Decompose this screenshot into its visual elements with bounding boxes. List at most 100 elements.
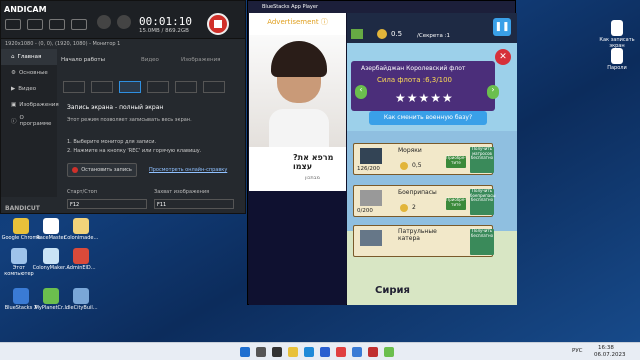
bandicam-title: ANDICAM xyxy=(4,5,47,14)
free-sailors-button[interactable]: Получить матросов бесплатно xyxy=(470,146,494,173)
mode-fullscreen-button[interactable] xyxy=(119,81,141,93)
coin-icon xyxy=(400,204,408,212)
bluestacks-icon xyxy=(13,288,29,304)
ad-lower-area xyxy=(249,191,346,305)
mode-device-button[interactable] xyxy=(203,81,225,93)
sidebar-item-general[interactable]: ⚙ Основные xyxy=(1,65,57,81)
hotkey-field[interactable]: F12 xyxy=(67,199,147,209)
info-icon: ⓘ xyxy=(11,119,17,125)
device-mode-icon[interactable] xyxy=(71,19,87,30)
desktop-icon-idlecity[interactable]: IdleCityBuil... xyxy=(60,288,102,311)
mode-game-button[interactable] xyxy=(175,81,197,93)
tab-video[interactable]: Видео xyxy=(141,57,159,63)
ammo-cost: 2 xyxy=(412,204,416,211)
sailors-cost: 0,5 xyxy=(412,162,422,169)
bluestacks-title: BlueStacks App Player xyxy=(262,4,319,10)
bandicam-toolbar: ANDICAM 00:01:10 15.0MB / 869.2GB xyxy=(1,1,245,39)
task-view-icon[interactable] xyxy=(272,347,282,357)
desktop-icon-passwords[interactable]: Пароли xyxy=(596,48,638,71)
mode-rect-button[interactable] xyxy=(91,81,113,93)
bluestacks-taskbar-icon[interactable] xyxy=(352,347,362,357)
rectangle-mode-icon[interactable] xyxy=(27,19,43,30)
windows-start-icon[interactable] xyxy=(240,347,250,357)
online-help-link[interactable]: Просмотреть онлайн-справку xyxy=(149,167,227,173)
hotkey-label: Старт/Стоп xyxy=(67,189,97,195)
free-boats-button[interactable]: Получить бесплатно xyxy=(470,228,494,255)
computer-icon xyxy=(11,248,27,264)
sailors-row: Моряки 126/200 0,5 Приобре- тите Получит… xyxy=(353,143,494,175)
buy-ammo-button[interactable]: Приобре- тите xyxy=(446,197,466,210)
bandicam-taskbar-icon[interactable] xyxy=(368,347,378,357)
record-icon xyxy=(72,167,79,173)
desktop-icon-how-to-record[interactable]: Как записать экран xyxy=(596,20,638,49)
secret-count: /Секрета :1 xyxy=(417,33,450,39)
bluestacks-window[interactable]: BlueStacks App Player Advertisement ⓘ ?מ… xyxy=(247,0,517,305)
ammo-row: Боеприпасы 0/200 2 Приобре- тите Получит… xyxy=(353,185,496,217)
flag-icon xyxy=(351,29,363,39)
coin-icon xyxy=(400,162,408,170)
gear-icon: ⚙ xyxy=(11,70,16,76)
image-icon: ▣ xyxy=(11,102,17,108)
close-icon[interactable]: ✕ xyxy=(495,49,511,65)
resolution-readout: 1920x1080 - (0, 0), (1920, 1080) - Монит… xyxy=(5,41,121,47)
file-explorer-icon[interactable] xyxy=(288,347,298,357)
game-view[interactable]: ❚❚ 0.5 /Секрета :1 ✕ Азербайджан Королев… xyxy=(347,13,517,305)
bandicam-window[interactable]: ANDICAM 00:01:10 15.0MB / 869.2GB 1920x1… xyxy=(0,0,246,214)
clock-date[interactable]: 06.07.2023 xyxy=(594,352,626,358)
app-icon xyxy=(73,248,89,264)
shirt-shape xyxy=(269,109,329,147)
chrome-taskbar-icon[interactable] xyxy=(336,347,346,357)
edge-icon[interactable] xyxy=(304,347,314,357)
coins-value: 0.5 xyxy=(391,30,403,38)
buy-sailors-button[interactable]: Приобре- тите xyxy=(446,155,466,168)
mode-back-button[interactable] xyxy=(63,81,85,93)
stop-icon xyxy=(214,20,222,28)
next-arrow-icon[interactable]: › xyxy=(487,85,499,99)
store-icon[interactable] xyxy=(320,347,330,357)
fleet-stars: ★★★★★ xyxy=(395,91,454,105)
video-icon: ▶ xyxy=(11,86,16,92)
webcam-icon[interactable] xyxy=(97,15,111,29)
coin-icon xyxy=(377,29,387,39)
fleet-name: Азербайджан Королевский флот xyxy=(361,65,466,72)
language-indicator[interactable]: РУС xyxy=(572,348,583,354)
record-size: 15.0MB / 869.2GB xyxy=(139,28,189,34)
change-base-button[interactable]: Как сменить военную базу? xyxy=(369,111,487,125)
sidebar-item-video[interactable]: ▶ Видео xyxy=(1,81,57,97)
taskbar: РУС 16:38 06.07.2023 xyxy=(0,342,640,360)
app-icon xyxy=(43,248,59,264)
clock-time[interactable]: 16:38 xyxy=(598,345,614,351)
pause-button[interactable]: ❚❚ xyxy=(493,18,511,36)
desktop-icon-colonimade[interactable]: Colonimade... xyxy=(60,218,102,241)
sidebar-item-about[interactable]: ⓘ О программе xyxy=(1,113,57,129)
search-icon[interactable] xyxy=(256,347,266,357)
free-ammo-button[interactable]: Получить боеприпасы бесплатно xyxy=(470,188,496,215)
info-icon: ⓘ xyxy=(320,18,328,26)
app-taskbar-icon[interactable] xyxy=(384,347,394,357)
tab-getting-started[interactable]: Начало работы xyxy=(61,57,105,63)
sidebar-item-images[interactable]: ▣ Изображения xyxy=(1,97,59,113)
app-icon xyxy=(43,218,59,234)
fullscreen-mode-icon[interactable] xyxy=(5,19,21,30)
rec-stop-button[interactable] xyxy=(207,13,229,35)
fleet-power: Сила флота :6,3/100 xyxy=(377,76,452,84)
ad-question: ?מרפא את עצמו xyxy=(293,153,334,171)
ad-label: Advertisement ⓘ xyxy=(267,18,328,26)
chrome-icon xyxy=(13,218,29,234)
ad-footer: מבתכון xyxy=(305,175,320,181)
stop-recording-button[interactable]: Остановить запись xyxy=(67,163,137,177)
tab-images[interactable]: Изображения xyxy=(181,57,220,63)
mode-area-button[interactable] xyxy=(147,81,169,93)
advertisement-panel[interactable]: Advertisement ⓘ ?מרפא את עצמו מבתכון xyxy=(249,13,346,305)
desktop-icon-admin[interactable]: AdminElD... xyxy=(60,248,102,271)
mode-description: Этот режим позволяет записывать весь экр… xyxy=(67,117,192,123)
hair-shape xyxy=(271,41,327,77)
sidebar-item-home[interactable]: ⌂ Главная xyxy=(1,49,57,65)
app-icon xyxy=(43,288,59,304)
microphone-icon[interactable] xyxy=(117,15,131,29)
bandicut-logo[interactable]: BANDICUT xyxy=(5,205,40,212)
game-mode-icon[interactable] xyxy=(49,19,65,30)
capture-field[interactable]: F11 xyxy=(154,199,234,209)
prev-arrow-icon[interactable]: ‹ xyxy=(355,85,367,99)
map-country-label: Сирия xyxy=(375,285,410,296)
